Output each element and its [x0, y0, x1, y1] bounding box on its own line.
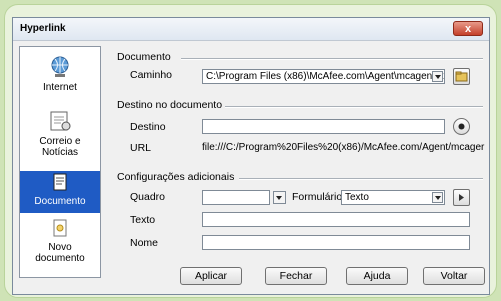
hyperlink-type-sidebar: Internet Correio e Notícias Documento No…	[19, 46, 101, 278]
path-value: C:\Program Files (x86)\McAfee.com\Agent\…	[206, 71, 445, 82]
document-icon	[53, 173, 67, 191]
path-label-text: Caminho	[130, 69, 173, 81]
name-label: Nome	[130, 237, 159, 249]
sidebar-item-label: Correio e Notícias	[39, 136, 81, 158]
path-label: Caminho	[130, 69, 172, 81]
url-value: file:///C:/Program%20Files%20(x86)/McAfe…	[202, 142, 485, 153]
frame-label: Quadro	[130, 191, 166, 203]
sidebar-item-documento[interactable]: Documento	[20, 171, 100, 213]
form-label: Formulário	[292, 191, 343, 203]
frame-field[interactable]	[202, 190, 270, 205]
divider	[181, 58, 483, 60]
section-destino: Destino no documento	[117, 99, 223, 111]
dialog-title: Hyperlink	[20, 23, 66, 34]
text-field[interactable]	[202, 212, 470, 227]
sidebar-item-novo-documento[interactable]: Novo documento	[20, 219, 100, 269]
form-value: Texto	[345, 192, 369, 203]
folder-icon	[455, 71, 468, 82]
play-icon	[459, 194, 464, 201]
target-browse-button[interactable]	[453, 118, 470, 135]
close-dialog-button[interactable]: Fechar	[265, 267, 327, 285]
target-label: Destino	[130, 121, 166, 133]
sidebar-item-label: Documento	[34, 196, 86, 207]
apply-button[interactable]: Aplicar	[180, 267, 242, 285]
section-documento: Documento	[117, 51, 171, 63]
new-document-icon	[53, 219, 67, 237]
title-bar: Hyperlink x	[13, 18, 489, 41]
close-button[interactable]: x	[453, 21, 483, 36]
globe-icon	[51, 56, 69, 77]
chevron-down-icon[interactable]	[432, 71, 443, 82]
help-button[interactable]: Ajuda	[346, 267, 408, 285]
target-icon	[458, 123, 465, 130]
name-field[interactable]	[202, 235, 470, 250]
form-select[interactable]: Texto	[341, 190, 445, 205]
mail-icon	[50, 111, 71, 131]
hyperlink-dialog: Hyperlink x Internet Correio e Notícias	[12, 17, 490, 295]
divider	[225, 106, 483, 108]
events-button[interactable]	[453, 189, 470, 206]
sidebar-item-label: Internet	[43, 82, 77, 93]
section-configuracoes: Configurações adicionais	[117, 171, 235, 183]
target-field[interactable]	[202, 119, 445, 134]
back-button[interactable]: Voltar	[423, 267, 485, 285]
chevron-down-icon[interactable]	[432, 192, 443, 203]
path-field[interactable]: C:\Program Files (x86)\McAfee.com\Agent\…	[202, 69, 445, 84]
text-label: Texto	[130, 214, 156, 226]
sidebar-item-label: Novo documento	[35, 242, 85, 264]
sidebar-item-correio[interactable]: Correio e Notícias	[20, 109, 100, 167]
frame-dropdown-button[interactable]	[273, 191, 286, 204]
sidebar-item-internet[interactable]: Internet	[20, 55, 100, 101]
url-label: URL	[130, 142, 152, 154]
open-file-button[interactable]	[453, 68, 470, 85]
divider	[239, 178, 483, 180]
